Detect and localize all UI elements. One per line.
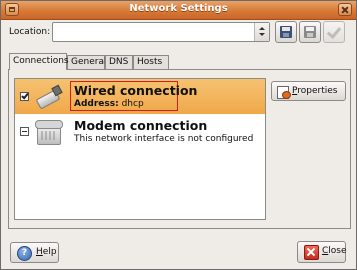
titlebar[interactable]: Network Settings (1, 1, 356, 20)
connections-list[interactable]: Wired connection Address: dhcp Modem con… (14, 78, 266, 220)
delete-location-button[interactable] (299, 21, 321, 43)
modem-icon (35, 117, 63, 145)
help-icon: ? (17, 246, 32, 261)
close-button[interactable]: Close (297, 241, 347, 263)
network-settings-window: Network Settings Location: Connections G… (0, 0, 357, 270)
close-label: Close (322, 246, 347, 256)
wired-address-label: Address: (74, 99, 119, 109)
modem-subtitle: This network interface is not configured (74, 134, 254, 144)
floppy-save-icon (280, 26, 292, 38)
close-icon (304, 245, 319, 260)
tab-general[interactable]: General (67, 55, 106, 69)
wired-address-value: dhcp (121, 99, 144, 109)
help-label: Help (36, 247, 57, 257)
list-item-modem[interactable]: Modem connection This network interface … (15, 114, 265, 149)
floppy-delete-icon (304, 26, 316, 38)
list-item-wired[interactable]: Wired connection Address: dhcp (15, 79, 265, 114)
modem-title: Modem connection (74, 118, 208, 133)
location-label: Location: (9, 27, 51, 37)
modem-enabled-checkbox[interactable] (20, 127, 29, 136)
window-close-icon[interactable] (338, 3, 352, 16)
location-combo[interactable] (52, 22, 270, 42)
combo-arrows-icon[interactable] (254, 23, 269, 41)
wired-title: Wired connection (74, 83, 198, 98)
network-card-icon (35, 83, 63, 110)
properties-icon (277, 86, 291, 99)
apply-location-button[interactable] (323, 21, 345, 43)
checkmark-icon (326, 23, 342, 40)
tab-connections[interactable]: Connections (9, 53, 69, 70)
save-location-button[interactable] (275, 21, 297, 43)
wired-subtitle: Address: dhcp (74, 99, 144, 109)
properties-label: Properties (292, 86, 338, 96)
help-button[interactable]: ? Help (10, 242, 59, 263)
connections-panel: Wired connection Address: dhcp Modem con… (8, 69, 351, 229)
wired-enabled-checkbox[interactable] (20, 92, 29, 101)
tab-dns[interactable]: DNS (105, 55, 133, 69)
tab-hosts[interactable]: Hosts (133, 55, 169, 69)
properties-button[interactable]: Properties (271, 81, 346, 101)
window-title: Network Settings (129, 3, 228, 14)
